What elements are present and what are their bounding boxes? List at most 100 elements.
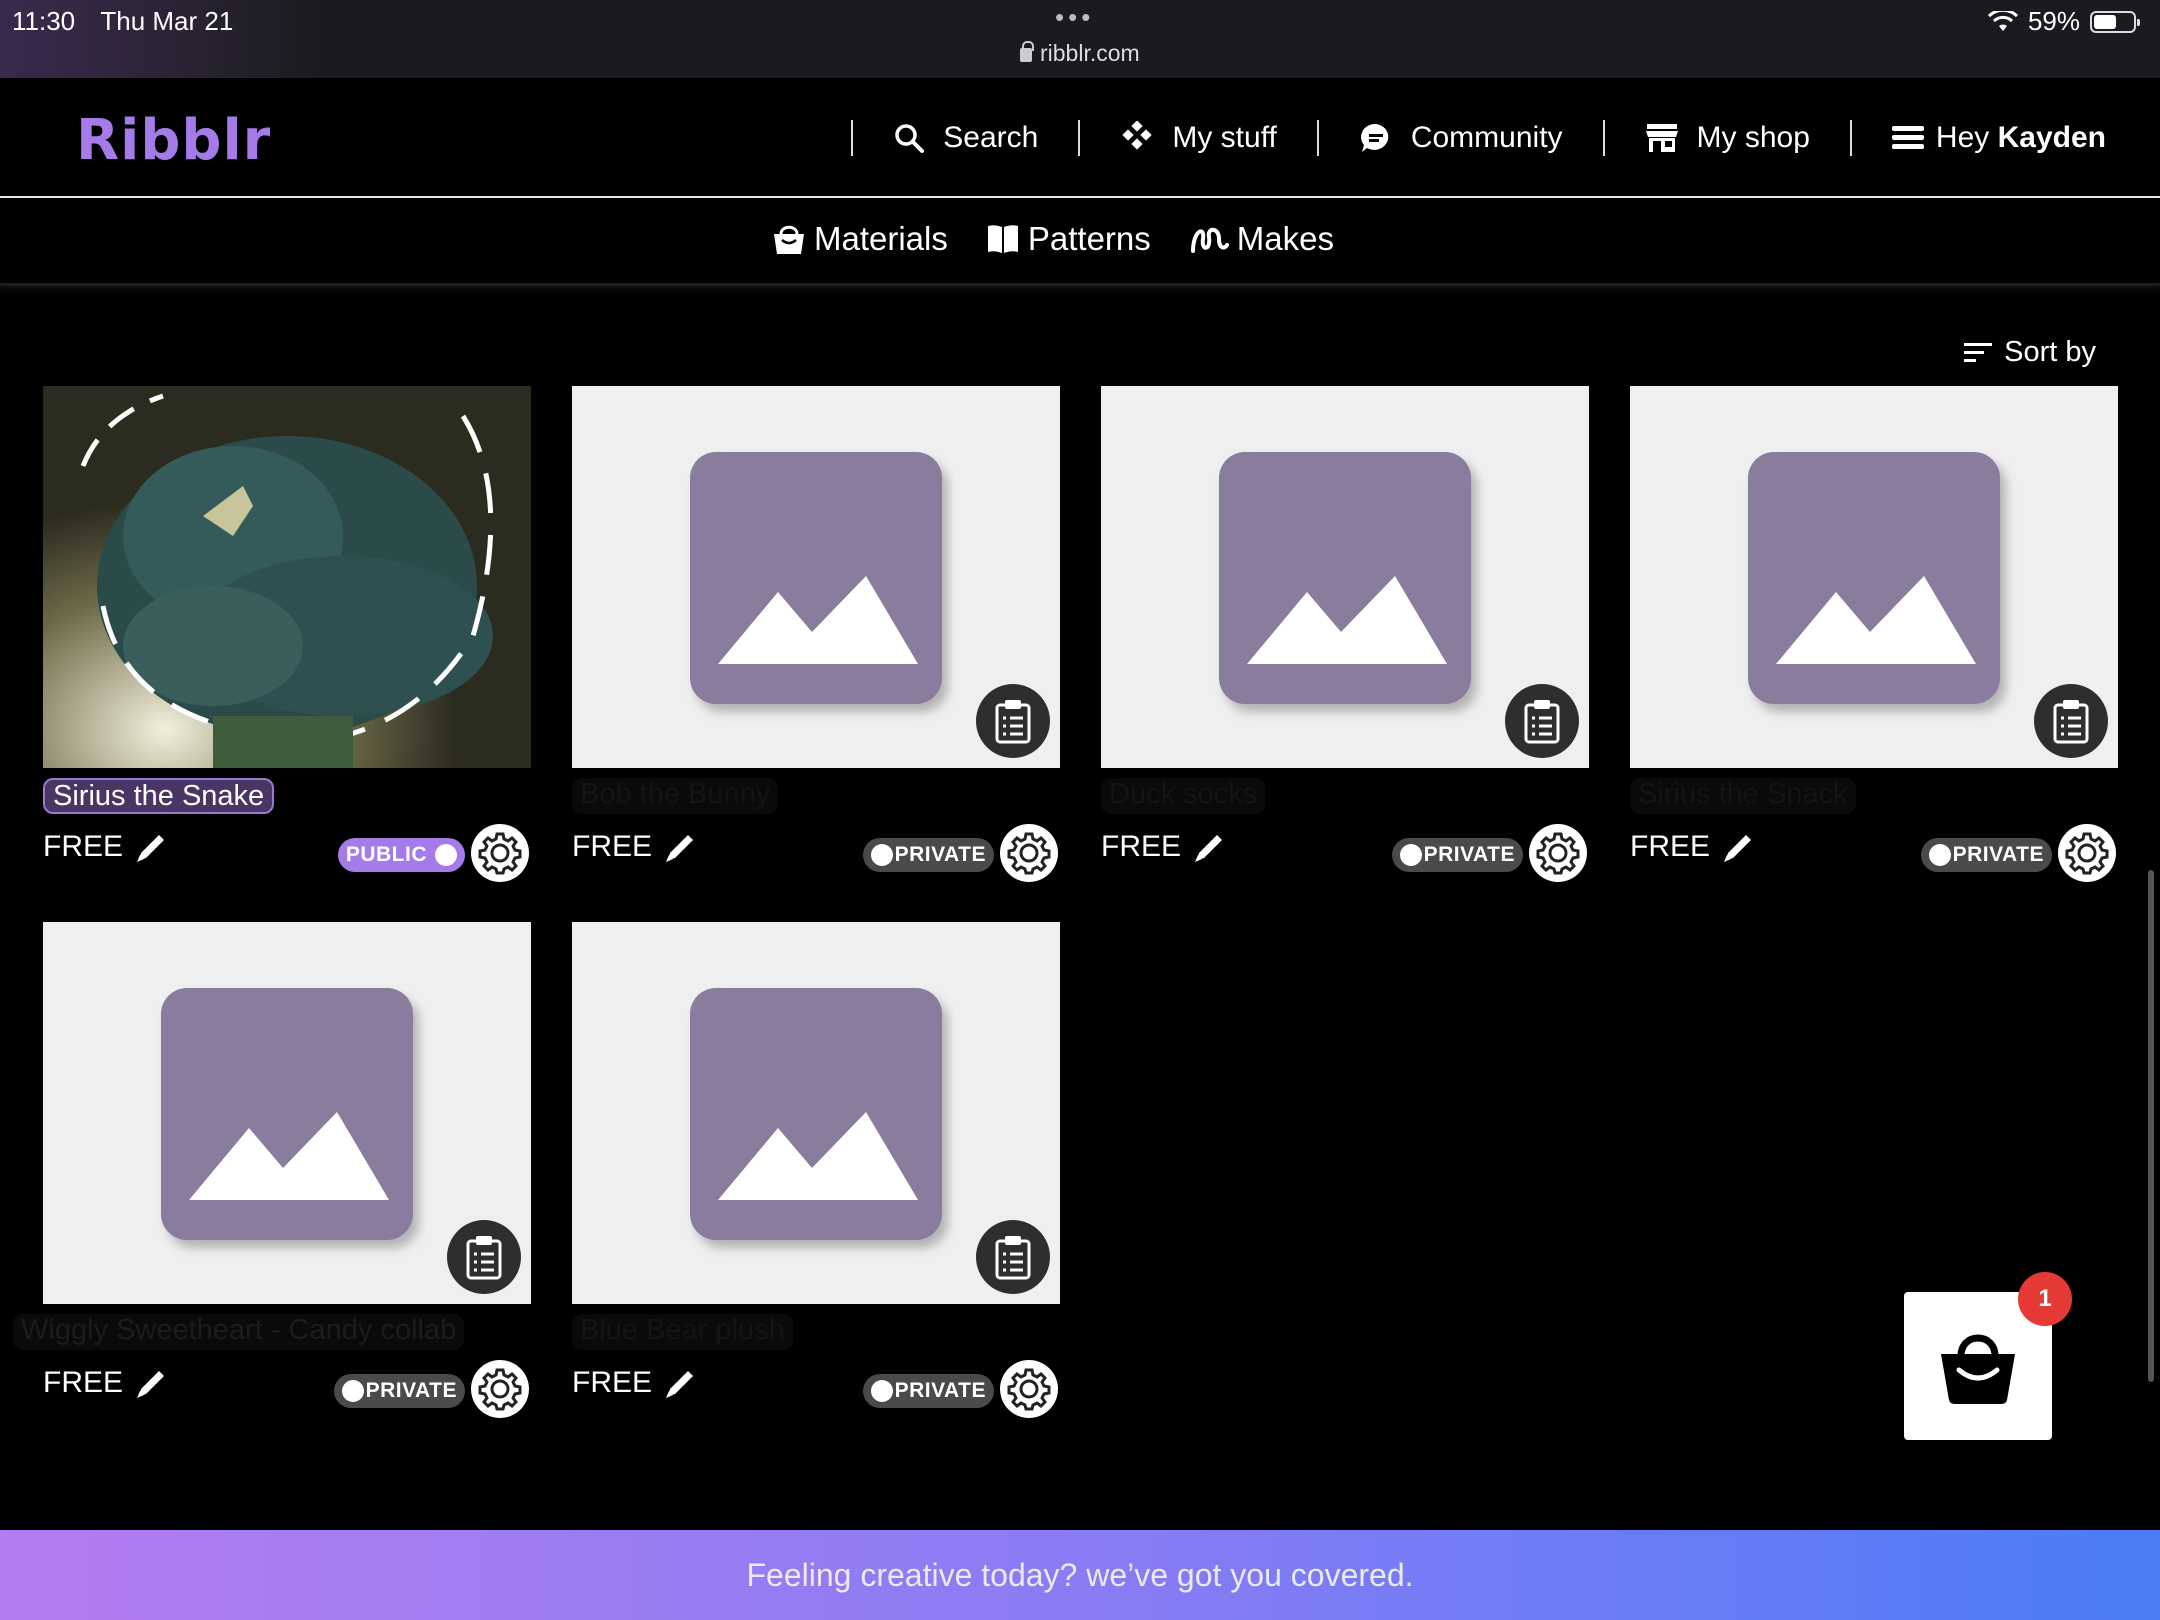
toggle-knob — [870, 844, 893, 866]
make-card[interactable]: Bob the Bunny FREE PRIVATE — [572, 386, 1060, 882]
pencil-icon[interactable] — [133, 1366, 169, 1402]
card-thumbnail[interactable] — [572, 386, 1060, 768]
settings-button[interactable] — [2058, 824, 2116, 882]
settings-button[interactable] — [1529, 824, 1587, 882]
visibility-toggle[interactable]: PRIVATE — [1391, 838, 1523, 872]
site-header: Ribblr Search My stuff Community My shop… — [0, 78, 2160, 198]
nav-divider — [1078, 120, 1081, 156]
clipboard-button[interactable] — [1505, 684, 1579, 758]
clipboard-button[interactable] — [976, 1220, 1050, 1294]
settings-button[interactable] — [1000, 1360, 1058, 1418]
tab-makes[interactable]: Makes — [1189, 220, 1334, 258]
card-thumbnail[interactable] — [1101, 386, 1589, 768]
image-placeholder-icon — [161, 988, 413, 1240]
card-title[interactable]: Blue Bear plush — [572, 1314, 793, 1350]
cart-count-badge: 1 — [2018, 1272, 2072, 1326]
wifi-icon — [1987, 10, 2018, 31]
status-time: 11:30 Thu Mar 21 — [12, 6, 233, 37]
pencil-icon[interactable] — [662, 1366, 698, 1402]
date: Thu Mar 21 — [100, 6, 234, 36]
clipboard-button[interactable] — [976, 684, 1050, 758]
scrollbar[interactable] — [2148, 870, 2154, 1382]
card-thumbnail[interactable] — [43, 922, 531, 1304]
card-title[interactable]: Bob the Bunny — [572, 778, 779, 814]
visibility-toggle[interactable]: PRIVATE — [1920, 838, 2052, 872]
card-footer: FREE PRIVATE — [43, 1358, 531, 1422]
visibility-label: PRIVATE — [894, 1379, 986, 1402]
nav-divider — [1316, 120, 1319, 156]
toggle-knob — [1928, 844, 1951, 866]
basket-icon — [774, 225, 804, 254]
more-dots-icon[interactable]: ••• — [1055, 2, 1094, 33]
nav-search[interactable]: Search — [893, 121, 1038, 155]
tab-patterns[interactable]: Patterns — [986, 220, 1151, 258]
card-thumbnail[interactable] — [572, 922, 1060, 1304]
pencil-icon[interactable] — [133, 830, 169, 866]
status-right: 59% — [1987, 6, 2140, 37]
card-title[interactable]: Sirius the Snake — [43, 778, 275, 814]
nav-user-menu[interactable]: Hey Kayden — [1891, 121, 2106, 155]
promo-banner: Feeling creative today? we’ve got you co… — [0, 1530, 2160, 1620]
ribblr-logo[interactable]: Ribblr — [76, 108, 271, 173]
gear-icon — [1007, 1368, 1051, 1411]
nav-divider — [1849, 120, 1852, 156]
cart-button[interactable]: 1 — [1904, 1272, 2072, 1440]
card-footer: FREE PRIVATE — [572, 822, 1060, 886]
visibility-toggle[interactable]: PRIVATE — [862, 1374, 994, 1408]
pencil-icon[interactable] — [662, 830, 698, 866]
image-placeholder-icon — [1219, 452, 1471, 704]
user-name: Kayden — [1997, 121, 2106, 154]
gear-icon — [1007, 832, 1051, 875]
chat-bubble-icon — [1360, 123, 1389, 152]
card-thumbnail[interactable] — [43, 386, 531, 768]
battery-icon — [2090, 10, 2140, 33]
card-title[interactable]: Sirius the Snack — [1630, 778, 1856, 814]
nav-divider — [851, 120, 854, 156]
nav-my-stuff-label: My stuff — [1172, 121, 1277, 154]
visibility-toggle[interactable]: PRIVATE — [333, 1374, 465, 1408]
tab-materials[interactable]: Materials — [772, 220, 948, 258]
pencil-icon[interactable] — [1720, 830, 1756, 866]
visibility-toggle[interactable]: PRIVATE — [862, 838, 994, 872]
card-footer: FREE PRIVATE — [572, 1358, 1060, 1422]
price-label: FREE — [1101, 830, 1182, 863]
pencil-icon[interactable] — [1191, 830, 1227, 866]
clipboard-icon — [995, 700, 1031, 744]
price-label: FREE — [43, 1366, 124, 1399]
price-label: FREE — [572, 830, 653, 863]
address-bar[interactable]: ribblr.com — [1020, 40, 1140, 67]
card-title[interactable]: Wiggly Sweetheart - Candy collab — [13, 1314, 465, 1350]
price-label: FREE — [43, 830, 124, 863]
make-card[interactable]: Duck socks FREE PRIVATE — [1101, 386, 1589, 882]
diamond-grid-icon — [1122, 121, 1153, 150]
make-card[interactable]: Sirius the Snack FREE PRIVATE — [1630, 386, 2118, 882]
clipboard-button[interactable] — [2034, 684, 2108, 758]
url-text: ribblr.com — [1040, 40, 1140, 66]
main-nav: Search My stuff Community My shop Hey Ka… — [811, 78, 2106, 198]
clipboard-icon — [995, 1236, 1031, 1280]
tab-patterns-label: Patterns — [1027, 220, 1151, 257]
category-nav: Materials Patterns Makes — [0, 200, 2160, 286]
settings-button[interactable] — [471, 1360, 529, 1418]
settings-button[interactable] — [471, 824, 529, 882]
nav-search-label: Search — [943, 121, 1039, 154]
make-card[interactable]: Sirius the Snake FREE PUBLIC — [43, 386, 531, 882]
settings-button[interactable] — [1000, 824, 1058, 882]
visibility-label: PRIVATE — [1952, 843, 2044, 866]
clipboard-icon — [1524, 700, 1560, 744]
shopping-bag-icon — [1941, 1334, 2015, 1404]
nav-my-stuff[interactable]: My stuff — [1120, 121, 1277, 155]
nav-my-shop[interactable]: My shop — [1645, 121, 1810, 155]
make-card[interactable]: Wiggly Sweetheart - Candy collab FREE PR… — [13, 922, 531, 1418]
visibility-toggle[interactable]: PUBLIC — [337, 838, 465, 872]
make-card[interactable]: Blue Bear plush FREE PRIVATE — [572, 922, 1060, 1418]
toggle-knob — [435, 844, 457, 866]
sort-by-button[interactable]: Sort by — [1964, 336, 2096, 369]
yarn-loop-icon — [1190, 227, 1229, 253]
card-thumbnail[interactable] — [1630, 386, 2118, 768]
card-title[interactable]: Duck socks — [1101, 778, 1266, 814]
clipboard-button[interactable] — [447, 1220, 521, 1294]
toggle-knob — [870, 1380, 893, 1402]
sort-by-label: Sort by — [2004, 336, 2096, 368]
nav-community[interactable]: Community — [1359, 121, 1563, 155]
